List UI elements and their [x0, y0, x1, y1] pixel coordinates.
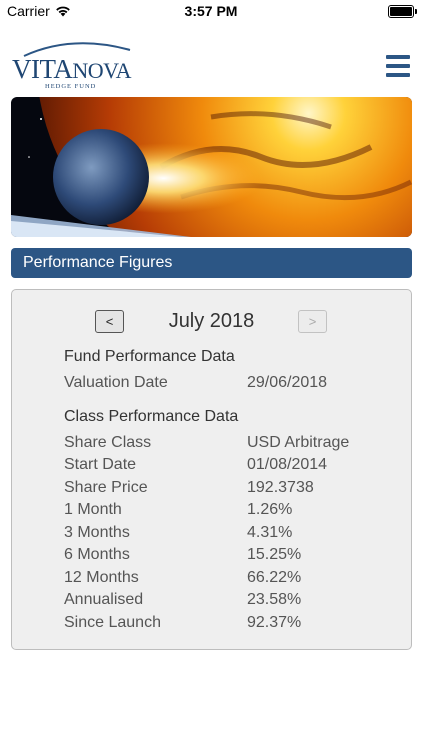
current-month-label: July 2018: [168, 310, 255, 332]
hamburger-menu-icon[interactable]: [386, 55, 410, 79]
row-value: 29/06/2018: [247, 374, 328, 391]
row-label: Since Launch: [64, 614, 161, 631]
logo-tagline: HEDGE FUND: [45, 83, 97, 90]
class-performance-heading: Class Performance Data: [64, 408, 239, 425]
row-value: 01/08/2014: [247, 456, 328, 473]
row-label: Valuation Date: [64, 374, 168, 391]
fund-performance-heading: Fund Performance Data: [64, 348, 235, 365]
row-value: 66.22%: [247, 569, 302, 586]
row-label: 6 Months: [64, 546, 130, 563]
row-label: 1 Month: [64, 501, 122, 518]
vitanova-logo: VITANOVA HEDGE FUND: [12, 40, 137, 90]
row-value: 1.26%: [247, 501, 293, 518]
data-row: Annualised 23.58%: [64, 591, 384, 611]
battery-icon: [388, 5, 417, 18]
row-value: USD Arbitrage: [247, 434, 350, 451]
row-label: 3 Months: [64, 524, 130, 541]
data-row: Valuation Date 29/06/2018: [64, 374, 384, 394]
row-label: Share Price: [64, 479, 148, 496]
row-label: Annualised: [64, 591, 144, 608]
section-title-bar: Performance Figures: [11, 248, 412, 278]
data-row: Start Date 01/08/2014: [64, 456, 384, 476]
row-value: 15.25%: [247, 546, 302, 563]
next-month-button[interactable]: >: [298, 310, 327, 333]
row-value: 92.37%: [247, 614, 302, 631]
status-bar: Carrier 3:57 PM: [0, 0, 422, 24]
row-label: 12 Months: [64, 569, 139, 586]
logo-wordmark: VITANOVA: [12, 54, 132, 84]
row-value: 4.31%: [247, 524, 293, 541]
data-row: 6 Months 15.25%: [64, 546, 384, 566]
planet-and-sun-image: [11, 97, 412, 237]
banner-image: [11, 97, 412, 237]
row-label: Start Date: [64, 456, 137, 473]
performance-panel: < July 2018 > Fund Performance Data Valu…: [11, 289, 412, 650]
row-label: Share Class: [64, 434, 152, 451]
section-title: Performance Figures: [23, 254, 173, 271]
row-value: 23.58%: [247, 591, 302, 608]
data-row: 3 Months 4.31%: [64, 524, 384, 544]
data-row: Share Class USD Arbitrage: [64, 434, 384, 454]
data-row: Share Price 192.3738: [64, 479, 384, 499]
data-row: Since Launch 92.37%: [64, 614, 384, 634]
data-row: 12 Months 66.22%: [64, 569, 384, 589]
data-row: 1 Month 1.26%: [64, 501, 384, 521]
status-time: 3:57 PM: [184, 3, 238, 19]
row-value: 192.3738: [247, 479, 314, 496]
